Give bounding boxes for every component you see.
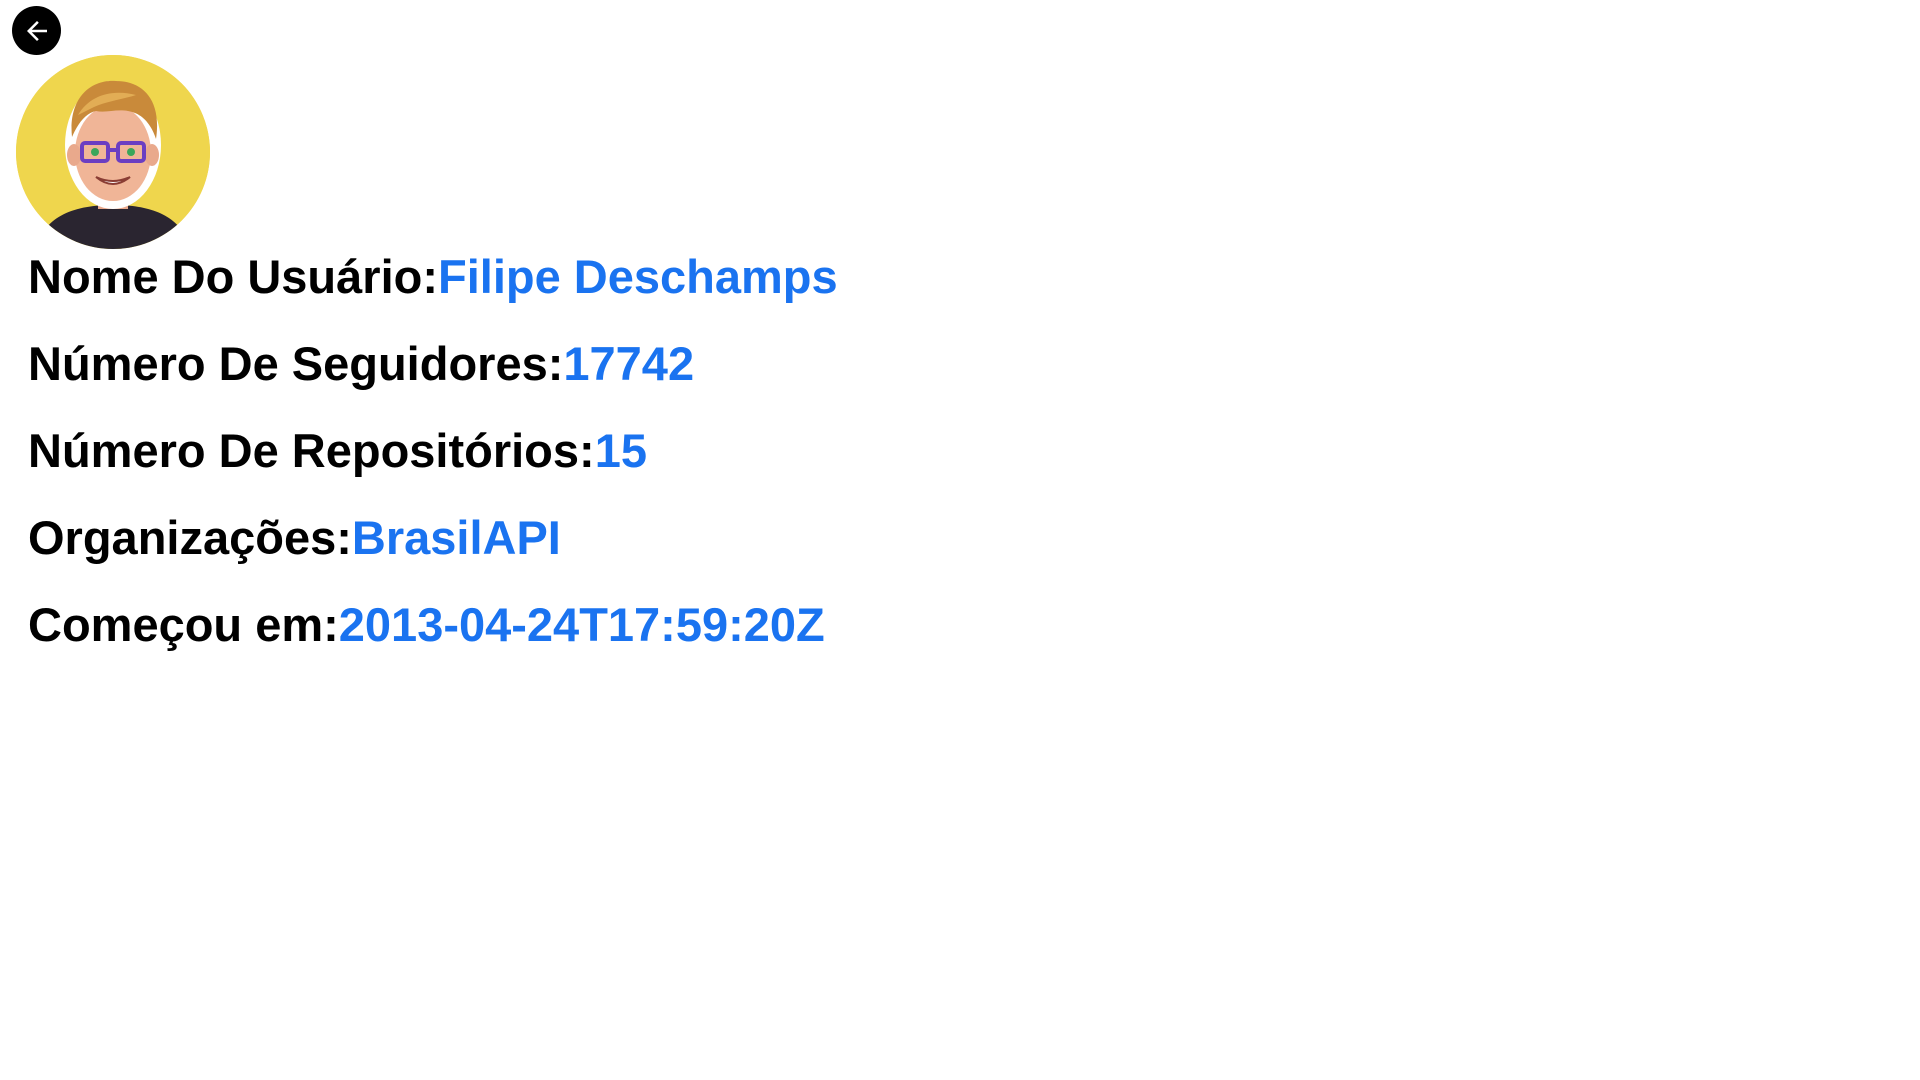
- name-label: Nome Do Usuário:: [28, 250, 438, 303]
- avatar: [16, 55, 210, 249]
- started-label: Começou em:: [28, 598, 339, 651]
- profile-followers-row: Número De Seguidores:17742: [28, 335, 838, 393]
- profile-name-row: Nome Do Usuário:Filipe Deschamps: [28, 248, 838, 306]
- started-value: 2013-04-24T17:59:20Z: [338, 598, 825, 651]
- name-value: Filipe Deschamps: [438, 250, 838, 303]
- profile-page: Nome Do Usuário:Filipe Deschamps Número …: [0, 0, 1920, 1080]
- orgs-value: BrasilAPI: [351, 511, 561, 564]
- repos-label: Número De Repositórios:: [28, 424, 595, 477]
- followers-label: Número De Seguidores:: [28, 337, 564, 390]
- profile-started-row: Começou em:2013-04-24T17:59:20Z: [28, 596, 838, 654]
- profile-orgs-row: Organizações:BrasilAPI: [28, 509, 838, 567]
- repos-value: 15: [594, 424, 647, 477]
- orgs-label: Organizações:: [28, 511, 352, 564]
- profile-info: Nome Do Usuário:Filipe Deschamps Número …: [28, 248, 838, 683]
- arrow-left-icon: [26, 20, 47, 41]
- profile-repos-row: Número De Repositórios:15: [28, 422, 838, 480]
- followers-value: 17742: [563, 337, 695, 390]
- user-avatar-image: [16, 55, 210, 249]
- back-button[interactable]: [12, 6, 61, 55]
